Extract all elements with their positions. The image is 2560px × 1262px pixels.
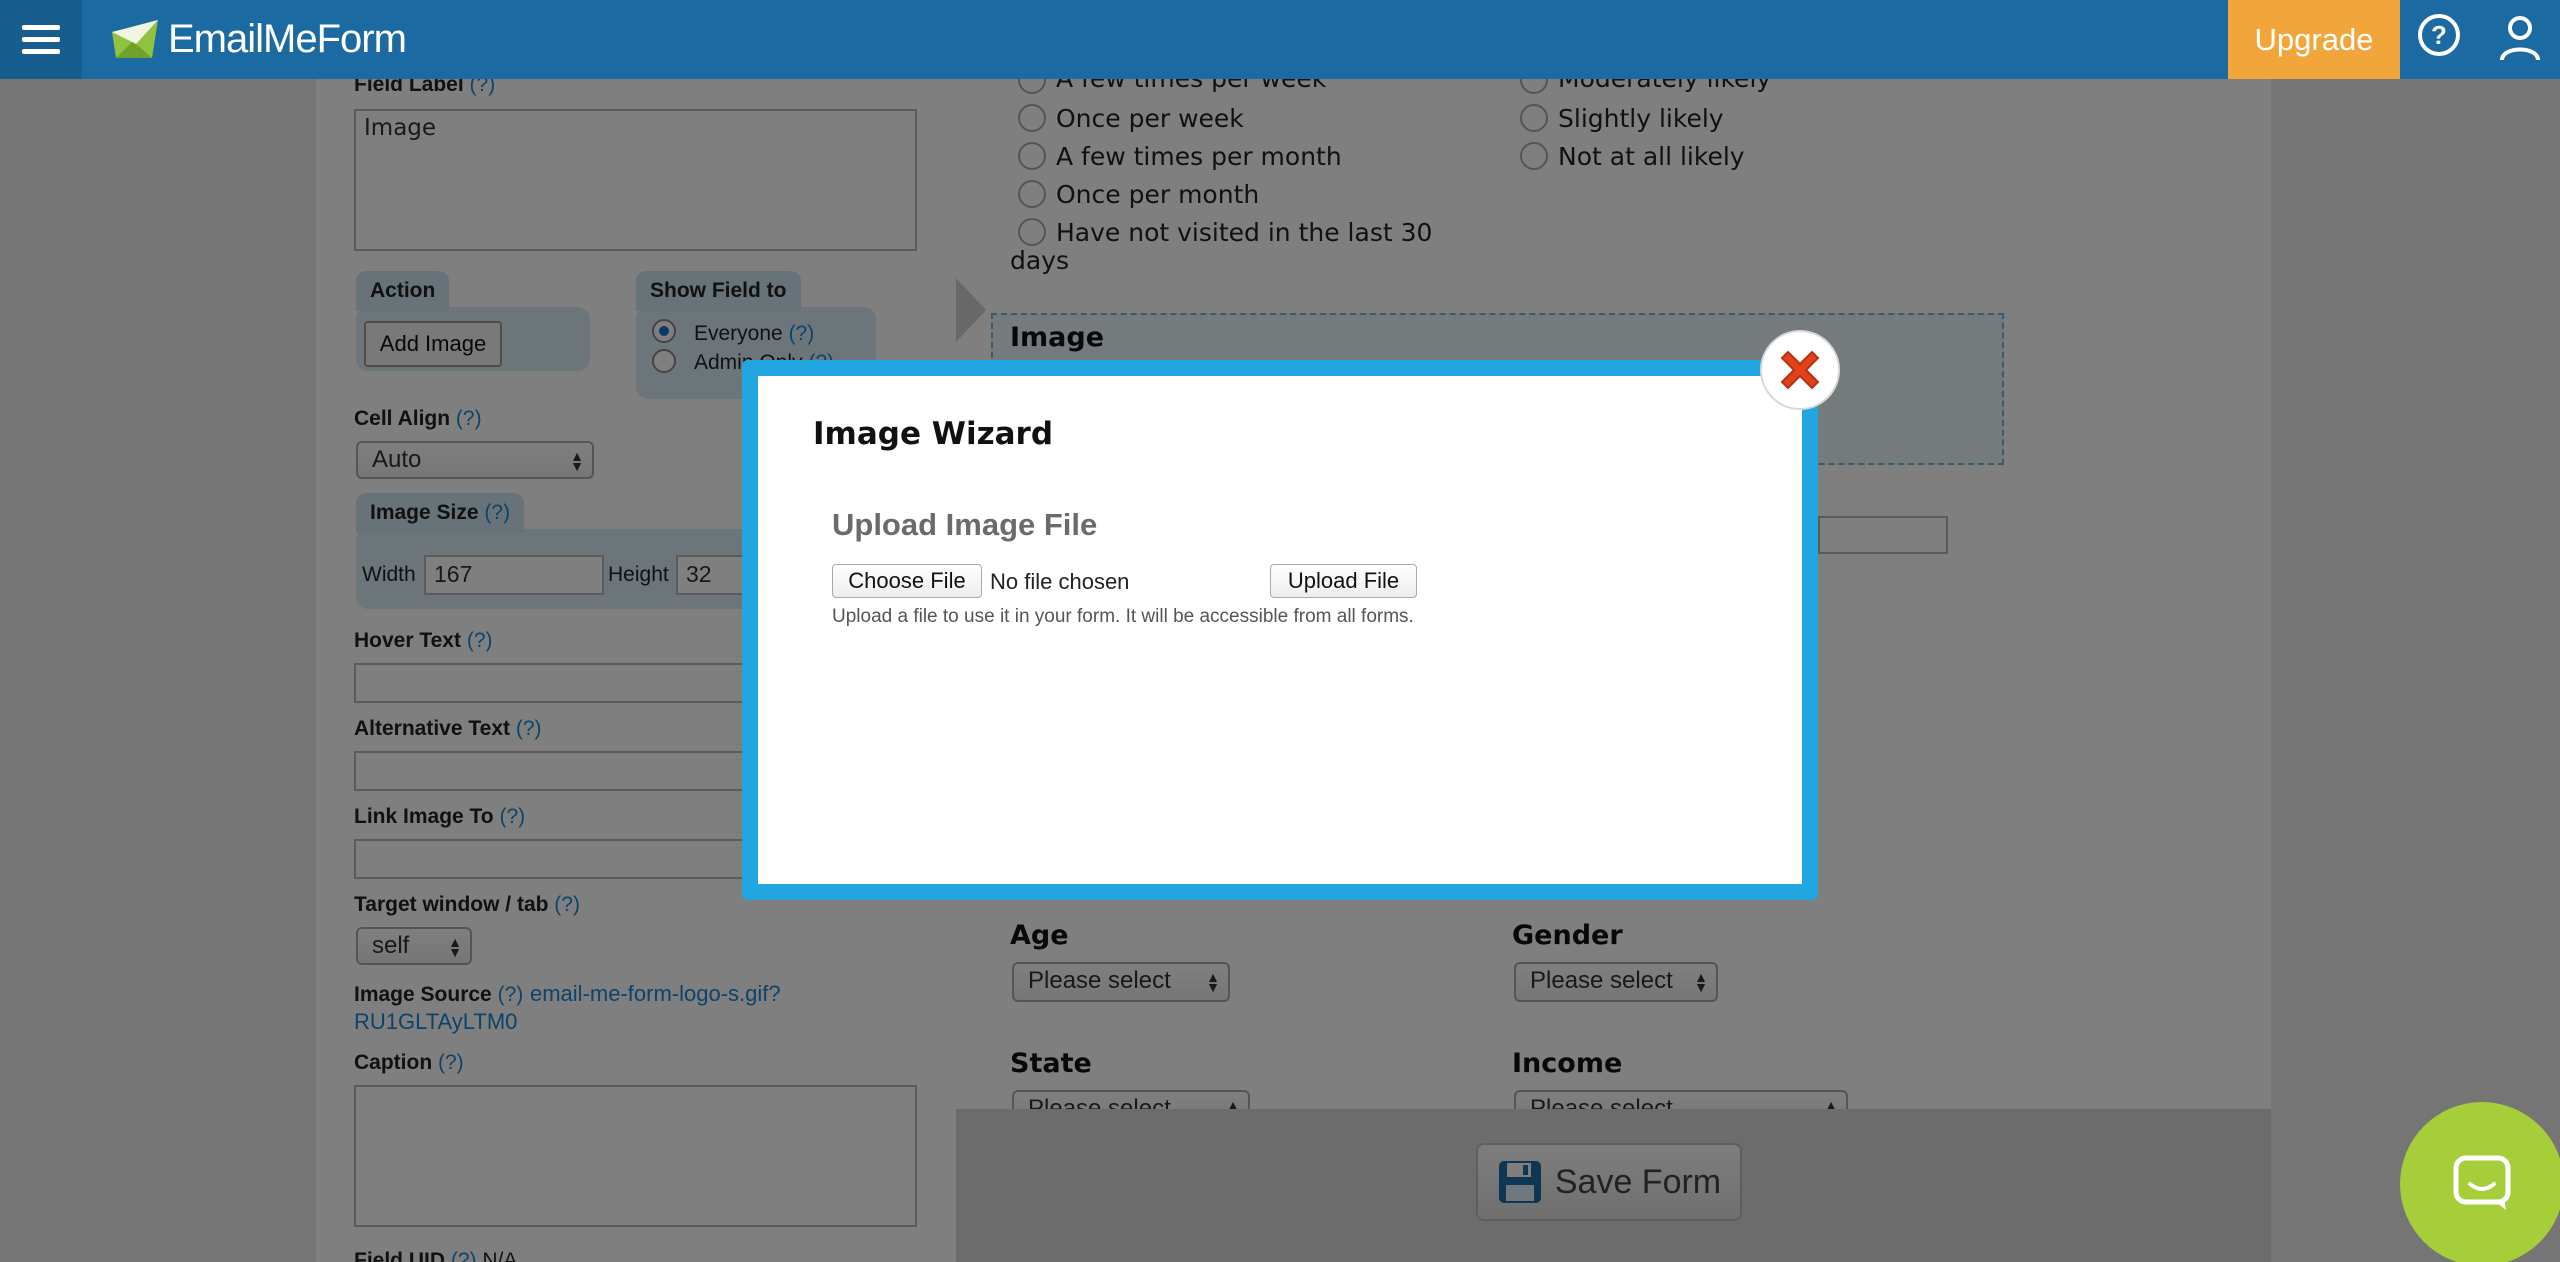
image-wizard-modal: Image Wizard Upload Image File Choose Fi… [742, 360, 1818, 900]
upload-help-text: Upload a file to use it in your form. It… [832, 606, 1414, 627]
upload-file-button[interactable]: Upload File [1270, 564, 1417, 598]
modal-title: Image Wizard [813, 416, 1054, 452]
user-account-icon[interactable] [2498, 14, 2542, 62]
modal-body: Image Wizard Upload Image File Choose Fi… [758, 376, 1802, 884]
upload-heading: Upload Image File [832, 507, 1098, 542]
chat-support-button[interactable] [2400, 1102, 2560, 1262]
logo-text: EmailMeForm [168, 16, 407, 61]
envelope-logo-icon [112, 20, 158, 58]
close-modal-icon[interactable] [1758, 328, 1842, 412]
top-nav-bar: EmailMeForm Upgrade ? [0, 0, 2560, 79]
hamburger-menu-icon[interactable] [0, 0, 82, 79]
choose-file-button[interactable]: Choose File [832, 564, 982, 598]
chat-bubble-icon [2453, 1155, 2511, 1210]
emailmeform-logo[interactable]: EmailMeForm [108, 8, 407, 70]
no-file-text: No file chosen [990, 569, 1130, 594]
help-icon[interactable]: ? [2418, 14, 2460, 56]
upgrade-button[interactable]: Upgrade [2228, 0, 2400, 79]
